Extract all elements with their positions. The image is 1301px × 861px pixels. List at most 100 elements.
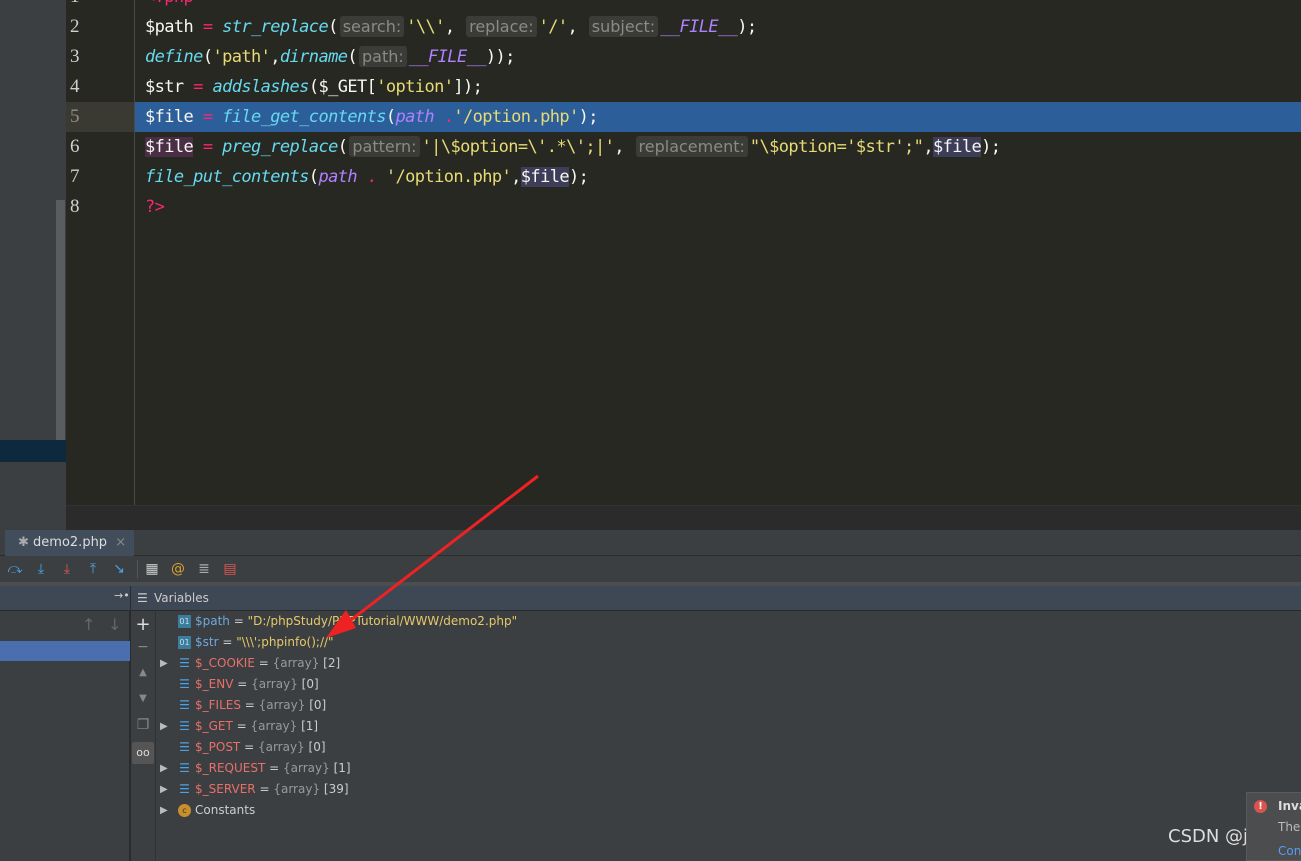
code-text: ?> [135,192,1301,222]
code-token: ]); [453,77,483,97]
code-line[interactable]: 1 <?php [66,0,1301,12]
code-token: '\\' [406,17,445,37]
code-token: '|\$option=\'.*\';|' [421,137,615,157]
notification-link[interactable]: Con [1278,844,1301,858]
glasses-icon[interactable]: oo [132,742,154,764]
code-token: __FILE__ [660,17,738,37]
parameter-hint: pattern: [349,136,420,157]
restore-layout-icon[interactable]: ▤ [221,560,239,578]
variable-row[interactable]: ☰ $_POST = {array} [0] [156,737,1256,758]
variables-header: ☰ Variables [131,586,1301,610]
copy-icon[interactable]: ❐ [131,717,155,733]
code-token: ( [202,47,213,67]
code-token: ($_GET[ [308,77,377,97]
expand-icon[interactable]: ▶ [160,779,168,800]
array-icon: ☰ [179,656,190,670]
code-token: , [444,17,465,37]
frames-header: →• [0,586,130,610]
variable-name: $_SERVER [195,782,256,796]
debug-toolbar: ⤼ ⤓ ⤓ ⤒ ↘ ▦ @ ≣ ▤ [0,556,1301,582]
mute-breakpoints-icon[interactable]: ≣ [195,560,213,578]
code-line[interactable]: 5 $file = file_get_contents(path .'/optio… [66,102,1301,132]
variable-type: {array} [250,719,298,733]
code-token: , [614,137,634,157]
code-token: <?php [145,0,194,7]
variable-row[interactable]: ☰ $_ENV = {array} [0] [156,674,1256,695]
code-line[interactable]: 3 define('path',dirname(path: __FILE__)); [66,42,1301,72]
code-line[interactable]: 8 ?> [66,192,1301,222]
code-token: 'path' [212,47,271,67]
array-icon: ☰ [179,677,190,691]
code-token: ( [337,137,348,157]
arrow-down-icon[interactable]: ↓ [108,615,121,634]
code-token: ?> [145,197,165,217]
variable-value: "D:/phpStudy/PHPTutorial/WWW/demo2.php" [247,614,518,628]
expand-icon[interactable]: ▶ [160,653,168,674]
code-token: ( [308,167,319,187]
line-number: 8 [70,196,80,217]
variable-type: {array} [257,740,305,754]
step-over-icon[interactable]: ⤼ [6,560,24,578]
scalar-icon: 01 [178,636,191,649]
variable-row[interactable]: 01 $str = "\\\';phpinfo();//" [156,632,1256,653]
move-down-icon[interactable]: ▼ [131,693,155,704]
code-line[interactable]: 2 $path = str_replace(search: '\\', replac… [66,12,1301,42]
expand-icon[interactable]: ▶ [160,716,168,737]
variables-side-toolbar: + − ▲ ▼ ❐ oo [131,611,156,861]
code-line[interactable]: 6 $file = preg_replace(pattern: '|\$option… [66,132,1301,162]
force-step-into-icon[interactable]: ⤓ [58,560,76,578]
expand-icon[interactable]: ▶ [160,758,168,779]
line-number: 3 [70,46,80,67]
error-notification[interactable]: ! Inva The Con [1246,792,1301,861]
tab-demo2[interactable]: ✱ demo2.php × [5,530,135,556]
scrollbar[interactable] [56,200,65,450]
code-token: file_put_contents [145,167,309,187]
remove-watch-icon[interactable]: − [131,639,155,655]
variable-name: $_FILES [195,698,241,712]
at-icon[interactable]: @ [169,560,187,578]
step-into-icon[interactable]: ⤓ [32,560,50,578]
code-line[interactable]: 7 file_put_contents(path . '/option.php',… [66,162,1301,192]
code-token: ); [568,167,589,187]
variable-row[interactable]: ▶ ☰ $_GET = {array} [1] [156,716,1256,737]
run-to-cursor-icon[interactable]: ↘ [110,560,128,578]
code-token: = [193,17,223,37]
variable-row[interactable]: ▶ ☰ $_SERVER = {array} [39] [156,779,1256,800]
frame-item[interactable] [0,641,130,661]
variable-name: $_GET [195,719,233,733]
evaluate-expression-icon[interactable]: ▦ [143,560,161,578]
code-token: = [193,137,223,157]
variable-row[interactable]: ▶ ☰ $_REQUEST = {array} [1] [156,758,1256,779]
code-token: preg_replace [222,137,338,157]
close-icon[interactable]: × [115,535,126,550]
code-token: path [395,107,435,127]
selected-item[interactable] [0,440,66,462]
variable-name: $path [195,614,230,628]
code-text: $file = file_get_contents(path .'/option… [135,102,1301,132]
variable-type: {array} [258,698,306,712]
variable-row[interactable]: ▶ ☰ $_COOKIE = {array} [2] [156,653,1256,674]
code-token: )); [485,47,516,67]
code-token: , [567,17,587,37]
variable-type: {array} [283,761,330,775]
variable-row[interactable]: ▶ c Constants [156,800,1256,821]
code-token: , [923,137,933,157]
line-number: 1 [66,0,135,12]
code-editor[interactable]: 1 <?php 2 $path = str_replace(search:'\\', … [66,0,1301,530]
line-number: 6 [70,136,80,157]
code-token: ); [578,107,599,127]
variable-count: [39] [323,782,349,796]
arrow-up-icon[interactable]: ↑ [82,615,95,634]
variable-name: $str [195,635,219,649]
expand-icon[interactable]: ▶ [160,800,168,821]
pin-icon[interactable]: →• [114,589,130,602]
move-up-icon[interactable]: ▲ [131,667,155,678]
line-number: 2 [70,16,80,37]
add-watch-icon[interactable]: + [131,614,155,635]
code-line[interactable]: 4 $str = addslashes($_GET['option']); [66,72,1301,102]
variable-row[interactable]: 01 $path = "D:/phpStudy/PHPTutorial/WWW/d… [156,611,1256,632]
list-icon: ☰ [137,591,148,605]
variable-row[interactable]: ☰ $_FILES = {array} [0] [156,695,1256,716]
step-out-icon[interactable]: ⤒ [84,560,102,578]
code-token: "\$option='$str';" [749,137,924,157]
